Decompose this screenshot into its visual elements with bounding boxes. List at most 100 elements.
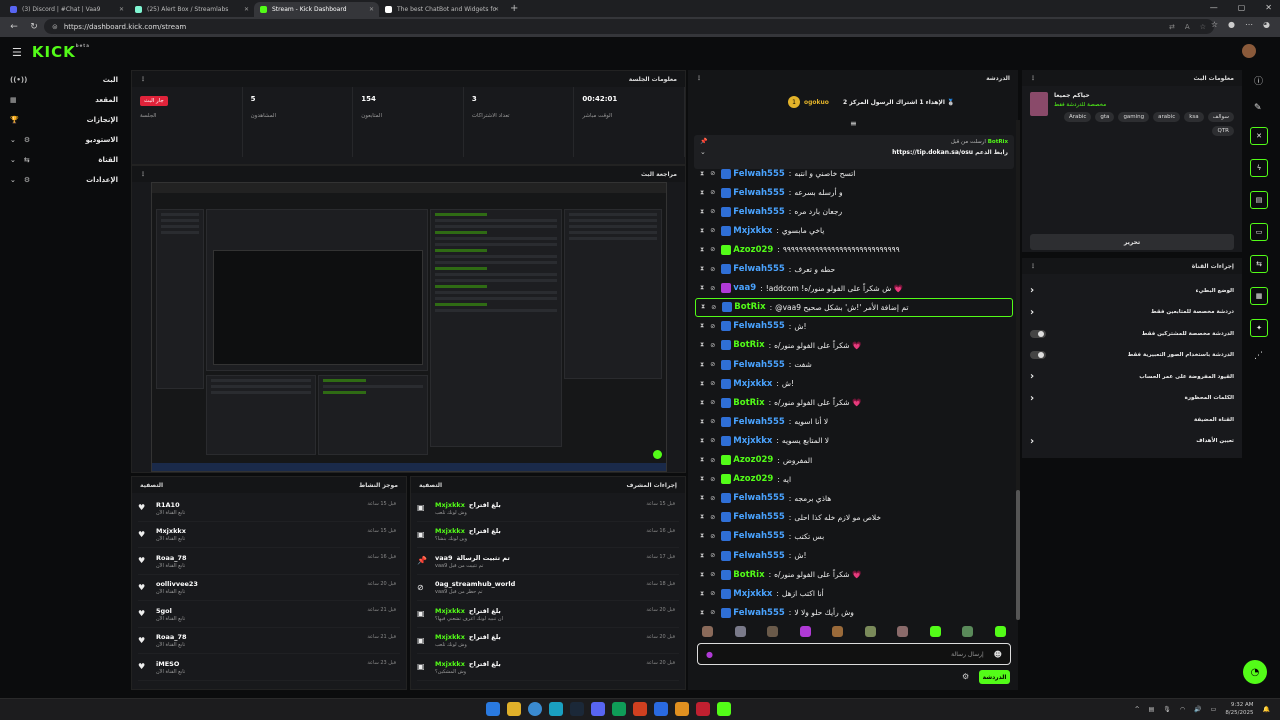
stream-info-menu-icon[interactable]: ⋮ [1030,75,1036,82]
tab-close-icon[interactable]: ✕ [369,6,374,13]
sidebar-item[interactable]: ▦ المقعد [0,90,128,110]
chat-username[interactable]: BotRix [734,302,765,312]
chevron-right-icon[interactable]: › [1030,371,1034,382]
kick-logo[interactable]: KICKbeta [32,43,90,61]
translate-icon[interactable]: ⇄ [1169,23,1175,31]
minimize-icon[interactable]: — [1210,3,1218,12]
chat-username[interactable]: BotRix [733,340,764,350]
chat-username[interactable]: vaa9 [733,283,756,293]
chat-message[interactable]: ⧗ ⊘ Felwah555: اتسح خاصني و انتبه [700,164,1010,183]
kick-app-icon[interactable] [717,702,731,716]
timeout-icon[interactable]: ⧗ [700,341,704,349]
toggle-switch[interactable] [1030,329,1046,338]
chat-message[interactable]: ⧗ ⊘ Felwah555: رجعان بارد مره [700,202,1010,221]
chat-message[interactable]: ⧗ ⊘ BotRix: شكراً على الفولو منور/ه 💗 [700,393,1010,412]
quick-action-host-icon[interactable]: ⇆ [1250,255,1268,273]
emote-icon[interactable] [864,626,876,637]
list-item[interactable]: ♥ iMESO تابع القناة الآن قبل 23 ساعة [138,654,400,681]
quick-action-poll-icon[interactable]: ▦ [1250,287,1268,305]
channel-action-row[interactable]: الدردشة باستخدام الصور التعبيرية فقط [1022,345,1242,367]
share-icon[interactable]: ⋰ [1254,351,1272,361]
list-item[interactable]: ♥ oollivvee23 تابع القناة الآن قبل 20 ساعة [138,575,400,601]
timeout-icon[interactable]: ⧗ [700,475,704,483]
emote-icon[interactable] [702,626,713,637]
chevron-down-icon[interactable]: ⌄ [10,136,16,144]
obs-icon[interactable] [696,702,710,716]
chat-username[interactable]: Felwah555 [733,417,785,427]
chat-username[interactable]: Felwah555 [733,608,785,618]
chevron-right-icon[interactable]: › [1030,436,1034,447]
profile-icon[interactable]: ● [1228,20,1235,29]
list-item[interactable]: ▣ Mxjxkkx بلغ اقتراح ان تنبيه لونك اعرف تشع… [417,601,679,628]
timeout-icon[interactable]: ⧗ [700,380,704,388]
ban-icon[interactable]: ⊘ [710,227,715,234]
stream-tag[interactable]: سوالف [1207,112,1234,122]
pinned-expand-icon[interactable]: ⌄ [700,148,706,156]
chat-message[interactable]: ⧗ ⊘ Mxjxkkx: لا المتابع يسويه [700,431,1010,450]
chat-message[interactable]: ⧗ ⊘ Mxjxkkx: أنا اكتب ازهل [700,584,1010,603]
activity-filter-button[interactable]: التصفية [140,482,163,489]
pinned-link[interactable]: https://tip.dokan.sa/osu [892,149,973,156]
chat-message[interactable]: ⧗ ⊘ Felwah555: لا أنا اسويه [700,412,1010,431]
channel-action-row[interactable]: › تعيين الأهداف [1022,431,1242,453]
chat-message[interactable]: ⧗ ⊘ Felwah555: حطه و تعرف [700,260,1010,279]
chat-username[interactable]: Mxjxkkx [733,379,772,389]
stream-tag[interactable]: gta [1095,112,1115,122]
ban-icon[interactable]: ⊘ [710,514,715,521]
list-item[interactable]: ♥ Roaa_78 تابع القناة الآن قبل 21 ساعة [138,628,400,654]
ban-icon[interactable]: ⊘ [710,208,715,215]
stream-tag[interactable]: QTR [1212,126,1234,136]
list-item[interactable]: 📌 vaa9 تم تثبيت الرسالة vaa9 تم تثبيت من قب… [417,548,679,575]
list-item[interactable]: ▣ Mxjxkkx بلغ اقتراح وش المشكين؟ قبل 20 ساعة [417,654,679,681]
edit-pencil-icon[interactable]: ✎ [1254,103,1272,113]
chat-message[interactable]: ⧗ ⊘ Felwah555: و أرسله بسرعه [700,183,1010,202]
timeout-icon[interactable]: ⧗ [700,609,704,617]
chat-username[interactable]: Felwah555 [733,207,785,217]
chat-username[interactable]: BotRix [733,570,764,580]
chat-message[interactable]: ⧗ ⊘ BotRix: شكراً على الفولو منور/ه 💗 [700,565,1010,584]
mod-filter-button[interactable]: التصفية [419,482,442,489]
list-item[interactable]: ▣ Mxjxkkx بلغ اقتراح وين لونك بنشا؟ قبل 16 س… [417,522,679,548]
timeout-icon[interactable]: ⧗ [700,571,704,579]
ban-icon[interactable]: ⊘ [710,399,715,406]
timeout-icon[interactable]: ⧗ [700,208,704,216]
timeout-icon[interactable]: ⧗ [700,513,704,521]
send-chat-button[interactable]: الدردشة [979,670,1010,684]
ban-icon[interactable]: ⊘ [710,552,715,559]
copilot-icon[interactable]: ◕ [1263,20,1270,29]
timeout-icon[interactable]: ⧗ [700,227,704,235]
new-tab-button[interactable]: + [510,3,518,14]
reload-icon[interactable]: ↻ [28,22,40,32]
chat-message[interactable]: ⧗ ⊘ Azoz029: ايه [700,470,1010,489]
ban-icon[interactable]: ⊘ [710,170,715,177]
app-icon-4[interactable] [675,702,689,716]
chevron-right-icon[interactable]: › [1030,285,1034,296]
channel-action-row[interactable]: الدردشة مخصصة للمشتركين فقط [1022,323,1242,345]
chat-username[interactable]: Felwah555 [733,169,785,179]
chat-message[interactable]: ⧗ ⊘ Felwah555: وش رأيك حلو ولا لا [700,603,1010,622]
ban-icon[interactable]: ⊘ [710,323,715,330]
chat-username[interactable]: Felwah555 [733,493,785,503]
close-window-icon[interactable]: ✕ [1265,3,1272,12]
channel-action-row[interactable]: › الكلمات المحظورة [1022,388,1242,410]
ban-icon[interactable]: ⊘ [710,246,715,253]
channel-action-row[interactable]: › الوضع البطيء [1022,280,1242,302]
ban-icon[interactable]: ⊘ [710,361,715,368]
tray-chevron-icon[interactable]: ^ [1135,706,1140,713]
pin-icon[interactable]: 📌 [700,138,707,145]
timeout-icon[interactable]: ⧗ [700,437,704,445]
steam-icon[interactable] [570,702,584,716]
sidebar-item[interactable]: ⌄ ⚙ الاستوديو [0,130,128,150]
menu-dots-icon[interactable]: ⋯ [1245,20,1253,29]
user-avatar[interactable] [1242,44,1256,58]
tray-app-icon[interactable]: ▤ [1149,706,1155,713]
ban-icon[interactable]: ⊘ [710,342,715,349]
channel-action-row[interactable]: › القيود المفروضة على عمر الحساب [1022,366,1242,388]
chat-username[interactable]: Felwah555 [733,188,785,198]
edit-stream-info-button[interactable]: تحرير [1030,234,1234,250]
ban-icon[interactable]: ⊘ [710,457,715,464]
edge-icon[interactable] [549,702,563,716]
chat-message[interactable]: ⧗ ⊘ Azoz029:٩٩٩٩٩٩٩٩٩٩٩٩٩٩٩٩٩٩٩٩٩٩٩٩٩٩٩٩٩ [700,240,1010,259]
emote-icon[interactable] [929,626,941,637]
ban-icon[interactable]: ⊘ [710,609,715,616]
